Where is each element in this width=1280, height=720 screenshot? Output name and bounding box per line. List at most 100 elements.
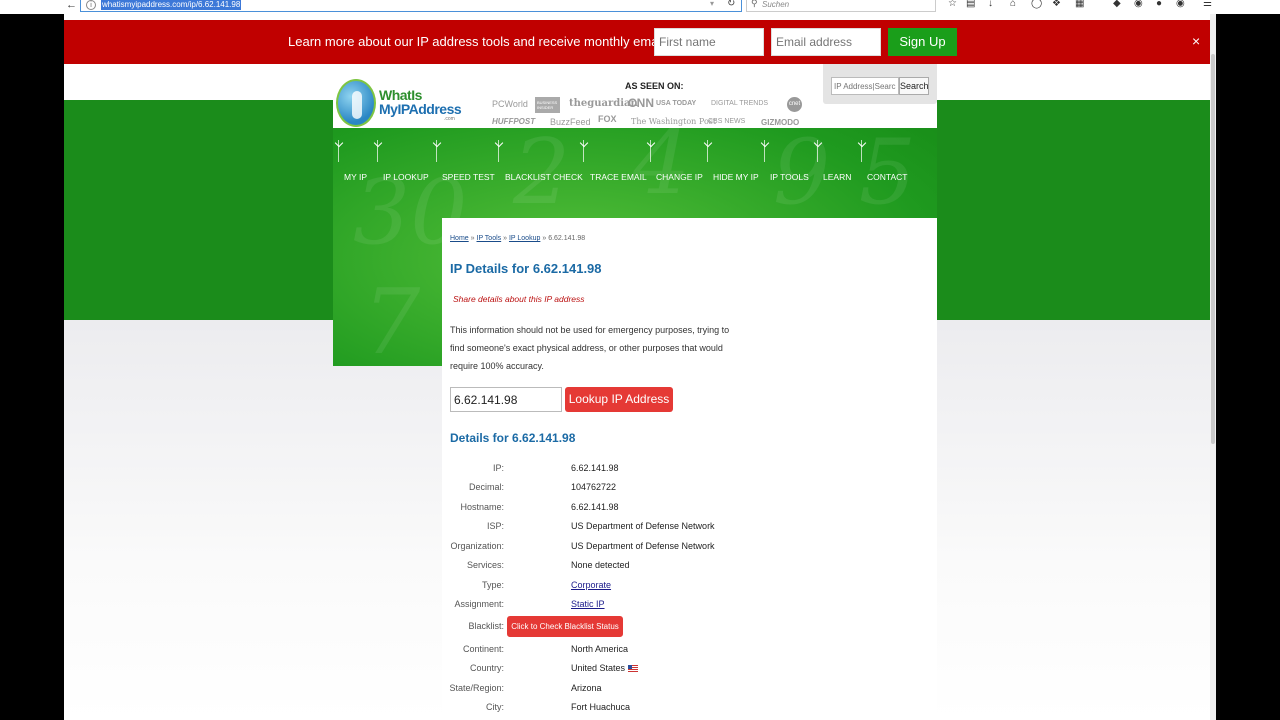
addon-icon[interactable]: ◆ <box>1113 0 1121 9</box>
vertical-scrollbar[interactable] <box>1210 14 1216 720</box>
media-logo: cnet <box>787 97 802 112</box>
site-logo[interactable]: WhatIs MyIPAddress .com <box>336 77 462 133</box>
detail-value-continent: North America <box>571 644 629 654</box>
logo-text-line3: .com <box>444 116 455 122</box>
user-icon[interactable]: ◉ <box>1176 0 1185 9</box>
grid-icon[interactable]: ▦ <box>1075 0 1084 9</box>
nav-ip-tools[interactable]: IP TOOLS <box>770 172 809 182</box>
detail-value-type: Corporate <box>571 580 611 590</box>
breadcrumb-home[interactable]: Home <box>450 235 469 242</box>
breadcrumb-ip-lookup[interactable]: IP Lookup <box>509 235 540 242</box>
detail-value-country: United States <box>571 663 626 673</box>
header-search-input[interactable] <box>831 77 899 95</box>
header-search: Search <box>823 64 937 104</box>
ip-lookup-input[interactable] <box>450 387 562 412</box>
lookup-ip-button[interactable]: Lookup IP Address <box>565 387 673 412</box>
nav-pin-icon <box>377 140 378 162</box>
nav-contact[interactable]: CONTACT <box>867 172 907 182</box>
media-logo: FOX <box>598 114 617 124</box>
breadcrumb: Home » IP Tools » IP Lookup » 6.62.141.9… <box>450 235 585 242</box>
decorative-numbers: 7 <box>363 270 421 366</box>
addon-icon[interactable]: ● <box>1156 0 1162 9</box>
media-logo: PCWorld <box>492 99 528 109</box>
extension-icon[interactable]: ❖ <box>1052 0 1061 9</box>
browser-toolbar: ← i whatismyipaddress.com/ip/6.62.141.98… <box>0 0 1280 14</box>
nav-pin-icon <box>817 140 818 162</box>
check-blacklist-button[interactable]: Click to Check Blacklist Status <box>507 616 623 637</box>
detail-value-city: Fort Huachuca <box>571 702 631 712</box>
download-icon[interactable]: ↓ <box>988 0 993 9</box>
media-logo: GIZMODO <box>761 118 800 127</box>
detail-value-decimal: 104762722 <box>571 482 617 492</box>
addon-icon[interactable]: ◉ <box>1134 0 1143 9</box>
nav-pin-icon <box>436 140 437 162</box>
first-name-input[interactable] <box>654 28 764 56</box>
media-logo: HUFFPOST <box>492 117 536 126</box>
nav-pin-icon <box>764 140 765 162</box>
nav-my-ip[interactable]: MY IP <box>344 172 367 182</box>
breadcrumb-separator: » <box>503 235 508 242</box>
signup-button[interactable]: Sign Up <box>888 28 957 56</box>
nav-ip-lookup[interactable]: IP LOOKUP <box>383 172 429 182</box>
nav-pin-icon <box>861 140 862 162</box>
info-icon[interactable]: i <box>86 0 96 10</box>
nav-blacklist-check[interactable]: BLACKLIST CHECK <box>505 172 583 182</box>
share-details-link[interactable]: Share details about this IP address <box>453 294 585 304</box>
nav-pin-icon <box>650 140 651 162</box>
nav-change-ip[interactable]: CHANGE IP <box>656 172 703 182</box>
detail-value-assignment: Static IP <box>571 599 605 609</box>
globe-logo-icon <box>336 79 376 127</box>
scrollbar-thumb[interactable] <box>1211 54 1215 444</box>
detail-value-ip: 6.62.141.98 <box>571 463 619 473</box>
detail-label-organization: Organization: <box>450 541 504 551</box>
disclaimer-text: This information should not be used for … <box>450 325 730 371</box>
nav-pin-icon <box>498 140 499 162</box>
media-logo: USA TODAY <box>656 100 697 107</box>
nav-pin-icon <box>338 140 339 162</box>
breadcrumb-current: 6.62.141.98 <box>548 235 586 242</box>
detail-value-services: None detected <box>571 560 630 570</box>
detail-value-isp: US Department of Defense Network <box>571 521 715 531</box>
detail-label-state: State/Region: <box>449 683 504 693</box>
close-icon[interactable]: × <box>1192 33 1200 49</box>
nav-speed-test[interactable]: SPEED TEST <box>442 172 495 182</box>
page-title: IP Details for 6.62.141.98 <box>450 261 602 276</box>
back-arrow-icon[interactable]: ← <box>66 0 77 11</box>
detail-label-assignment: Assignment: <box>454 599 504 609</box>
type-link[interactable]: Corporate <box>571 580 611 590</box>
detail-label-blacklist: Blacklist: <box>468 621 504 631</box>
reload-icon[interactable]: ↻ <box>727 0 735 9</box>
nav-trace-email[interactable]: TRACE EMAIL <box>590 172 647 182</box>
detail-label-ip: IP: <box>492 463 504 473</box>
media-logo: The Washington Post <box>631 117 717 126</box>
detail-label-decimal: Decimal: <box>468 482 504 492</box>
header-search-button[interactable]: Search <box>899 77 929 95</box>
url-dropdown-icon[interactable]: ▾ <box>710 0 714 8</box>
shield-icon[interactable]: ◯ <box>1031 0 1042 9</box>
page-viewport: Learn more about our IP address tools an… <box>64 0 1216 720</box>
nav-pin-icon <box>583 140 584 162</box>
breadcrumb-ip-tools[interactable]: IP Tools <box>477 235 502 242</box>
detail-value-hostname: 6.62.141.98 <box>571 502 619 512</box>
menu-icon[interactable]: ☰ <box>1203 0 1212 9</box>
browser-search-placeholder: Suchen <box>762 0 790 9</box>
media-logo: CBS NEWS <box>708 118 746 125</box>
breadcrumb-separator: » <box>542 235 547 242</box>
address-bar-url[interactable]: whatismyipaddress.com/ip/6.62.141.98 <box>101 0 242 10</box>
nav-hide-my-ip[interactable]: HIDE MY IP <box>713 172 759 182</box>
detail-label-hostname: Hostname: <box>460 502 504 512</box>
detail-label-continent: Continent: <box>462 644 504 654</box>
detail-value-organization: US Department of Defense Network <box>571 541 715 551</box>
detail-value-state: Arizona <box>571 683 602 693</box>
signup-message: Learn more about our IP address tools an… <box>288 34 715 49</box>
media-logo: BuzzFeed <box>550 117 591 127</box>
reader-icon[interactable]: ▤ <box>966 0 975 9</box>
email-input[interactable] <box>771 28 881 56</box>
bookmark-star-icon[interactable]: ☆ <box>948 0 957 9</box>
logo-text-line2: MyIPAddress <box>379 101 462 117</box>
assignment-link[interactable]: Static IP <box>571 599 605 609</box>
nav-pin-icon <box>707 140 708 162</box>
home-icon[interactable]: ⌂ <box>1010 0 1016 9</box>
detail-label-type: Type: <box>481 580 504 590</box>
nav-learn[interactable]: LEARN <box>823 172 851 182</box>
